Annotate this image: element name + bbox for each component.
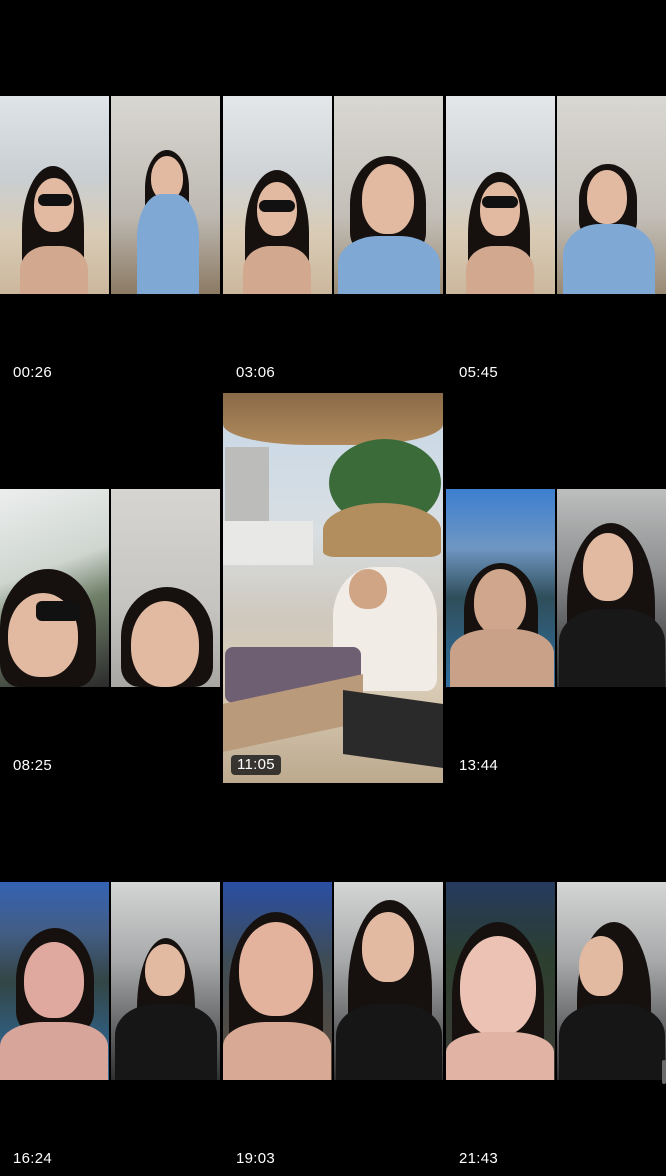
thumbnail-preview bbox=[223, 96, 443, 294]
thumbnail-preview bbox=[0, 96, 220, 294]
room-scene bbox=[557, 489, 666, 687]
video-duration: 13:44 bbox=[459, 757, 499, 774]
room-scene bbox=[334, 96, 443, 294]
video-thumbnail-5[interactable]: 11:05 bbox=[223, 393, 443, 783]
video-thumbnail-3[interactable]: 05:45 bbox=[446, 0, 666, 390]
thumbnail-preview bbox=[446, 96, 666, 294]
video-thumbnail-7[interactable]: 16:24 bbox=[0, 786, 220, 1176]
room-scene bbox=[557, 96, 666, 294]
video-thumbnail-grid: 00:26 03:06 05:45 08:25 11:05 13:44 16:2… bbox=[0, 0, 666, 1176]
room-scene bbox=[111, 96, 220, 294]
pool-scene bbox=[223, 882, 332, 1080]
pool-scene bbox=[446, 489, 555, 687]
pool-scene bbox=[446, 882, 555, 1080]
video-thumbnail-9[interactable]: 21:43 bbox=[446, 786, 666, 1176]
video-duration: 08:25 bbox=[13, 757, 53, 774]
thumbnail-preview bbox=[0, 489, 220, 687]
video-duration: 00:26 bbox=[13, 364, 53, 381]
video-duration: 11:05 bbox=[231, 755, 281, 775]
room-closeup bbox=[111, 489, 220, 687]
thumbnail-preview bbox=[223, 882, 443, 1080]
video-thumbnail-2[interactable]: 03:06 bbox=[223, 0, 443, 390]
video-duration: 16:24 bbox=[13, 1150, 53, 1167]
video-duration: 19:03 bbox=[236, 1150, 276, 1167]
thumbnail-preview bbox=[223, 393, 443, 783]
beach-scene bbox=[446, 96, 555, 294]
video-duration: 05:45 bbox=[459, 364, 499, 381]
selfie-scene bbox=[0, 489, 109, 687]
beach-scene bbox=[223, 96, 332, 294]
room-scene bbox=[111, 882, 220, 1080]
thumbnail-preview bbox=[446, 882, 666, 1080]
video-thumbnail-1[interactable]: 00:26 bbox=[0, 0, 220, 390]
video-duration: 03:06 bbox=[236, 364, 276, 381]
video-thumbnail-8[interactable]: 19:03 bbox=[223, 786, 443, 1176]
room-scene bbox=[334, 882, 443, 1080]
thumbnail-preview bbox=[0, 882, 220, 1080]
thumbnail-preview bbox=[446, 489, 666, 687]
pool-scene bbox=[0, 882, 109, 1080]
scrollbar-thumb[interactable] bbox=[662, 1060, 666, 1084]
beach-scene bbox=[0, 96, 109, 294]
room-scene bbox=[557, 882, 666, 1080]
video-thumbnail-4[interactable]: 08:25 bbox=[0, 393, 220, 783]
video-duration: 21:43 bbox=[459, 1150, 499, 1167]
video-thumbnail-6[interactable]: 13:44 bbox=[446, 393, 666, 783]
